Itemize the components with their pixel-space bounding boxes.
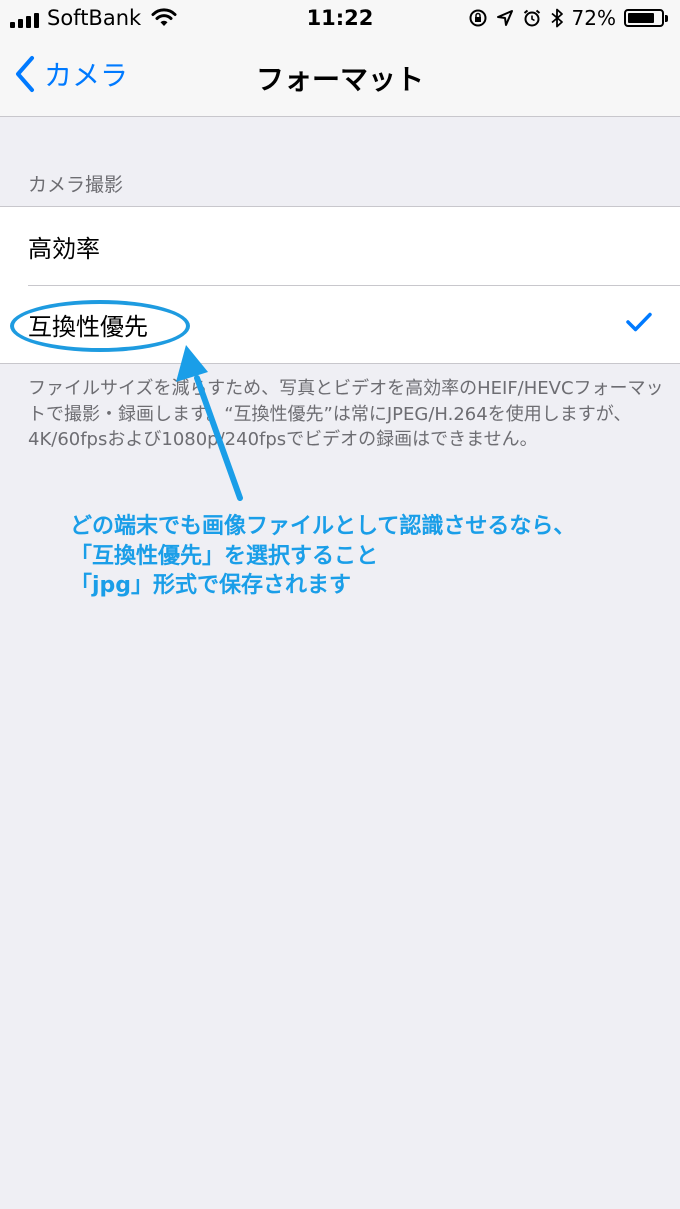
option-high-efficiency[interactable]: 高効率 — [0, 207, 680, 285]
section-footer: ファイルサイズを減らすため、写真とビデオを高効率のHEIF/HEVCフォーマット… — [28, 378, 664, 451]
orientation-lock-icon — [469, 9, 487, 27]
alarm-icon — [523, 9, 540, 27]
bluetooth-icon — [550, 8, 563, 28]
highlight-ellipse — [10, 300, 190, 352]
navigation-bar: カメラ フォーマット — [0, 40, 680, 117]
status-right: 72% — [468, 6, 668, 30]
location-icon — [496, 10, 513, 26]
annotation-line: 「jpg」形式で保存されます — [70, 573, 352, 599]
status-bar: SoftBank 11:22 72% — [0, 0, 680, 40]
annotation-text: どの端末でも画像ファイルとして認識させるなら、 「互換性優先」を選択すること 「… — [70, 512, 575, 601]
checkmark-icon — [626, 312, 652, 332]
annotation-line: どの端末でも画像ファイルとして認識させるなら、 — [70, 514, 576, 539]
battery-percent: 72% — [571, 6, 616, 30]
battery-icon — [624, 9, 668, 27]
annotation-line: 「互換性優先」を選択すること — [70, 543, 379, 569]
section-header: カメラ撮影 — [28, 174, 124, 196]
option-label: 高効率 — [28, 234, 100, 263]
page-title: フォーマット — [255, 63, 424, 96]
